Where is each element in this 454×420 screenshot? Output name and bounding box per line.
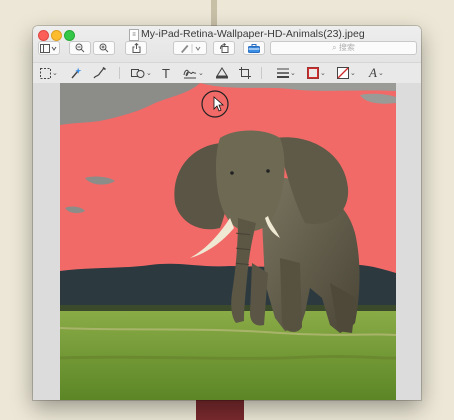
share-icon <box>132 43 140 53</box>
shapes-icon <box>131 69 145 78</box>
toolbar-separator <box>119 67 120 79</box>
text-style-tool[interactable]: A ⌄ <box>369 65 384 80</box>
document-icon: ≡ <box>129 29 139 41</box>
markup-toolbar: ⌄ ⌄ T ⌄ ⌄ ⌄ ⌄ A ⌄ <box>33 62 421 84</box>
share-button[interactable] <box>125 41 147 55</box>
fill-color-tool[interactable]: ⌄ <box>337 66 356 80</box>
zoom-in-button[interactable] <box>93 41 115 55</box>
sketch-tool[interactable] <box>93 66 106 80</box>
close-button[interactable] <box>38 30 49 41</box>
signature-tool[interactable]: ⌄ <box>183 66 204 80</box>
line-style-tool[interactable]: ⌄ <box>277 66 296 80</box>
sketch-icon <box>93 67 106 79</box>
signature-icon <box>183 69 197 79</box>
image-canvas[interactable] <box>33 83 421 400</box>
pen-icon <box>181 43 201 53</box>
search-icon: ⌕ <box>332 43 337 52</box>
border-color-tool[interactable]: ⌄ <box>307 66 326 80</box>
window-title: My-iPad-Retina-Wallpaper-HD-Animals(23).… <box>141 28 365 40</box>
adjust-color-tool[interactable] <box>215 66 229 80</box>
zoom-button[interactable] <box>64 30 75 41</box>
zoom-in-icon <box>99 43 109 53</box>
text-tool[interactable]: T <box>162 66 170 81</box>
zoom-out-icon <box>75 43 85 53</box>
sidebar-button[interactable] <box>38 41 60 55</box>
zoom-out-button[interactable] <box>69 41 91 55</box>
border-color-icon <box>307 67 319 79</box>
rect-select-tool[interactable]: ⌄ <box>40 66 58 80</box>
rotate-button[interactable] <box>213 41 235 55</box>
cursor-icon <box>201 90 229 118</box>
markup-toolbox-button[interactable] <box>243 41 265 55</box>
text-style-label: A <box>369 65 377 80</box>
search-field[interactable]: ⌕ 搜索 <box>270 41 417 55</box>
search-placeholder: 搜索 <box>338 43 355 52</box>
shapes-tool[interactable]: ⌄ <box>131 66 152 80</box>
desktop-ornament <box>196 400 244 420</box>
desktop-stripe <box>211 0 217 26</box>
toolbar-separator <box>261 67 262 79</box>
toolbox-icon <box>248 43 260 53</box>
instant-alpha-tool[interactable] <box>70 66 82 80</box>
instant-alpha-icon <box>71 67 82 79</box>
preview-window: ≡ My-iPad-Retina-Wallpaper-HD-Animals(23… <box>33 26 421 400</box>
fill-color-icon <box>337 67 349 79</box>
line-style-icon <box>277 68 289 78</box>
elephant-image <box>60 83 396 400</box>
crop-icon <box>239 67 251 79</box>
rotate-icon <box>219 43 228 53</box>
title-bar: ≡ My-iPad-Retina-Wallpaper-HD-Animals(23… <box>33 26 421 62</box>
adjust-color-icon <box>216 67 228 79</box>
sidebar-icon <box>40 43 57 53</box>
pen-button[interactable] <box>173 41 207 55</box>
rect-select-icon <box>40 67 51 79</box>
crop-tool[interactable] <box>239 66 251 80</box>
minimize-button[interactable] <box>51 30 62 41</box>
